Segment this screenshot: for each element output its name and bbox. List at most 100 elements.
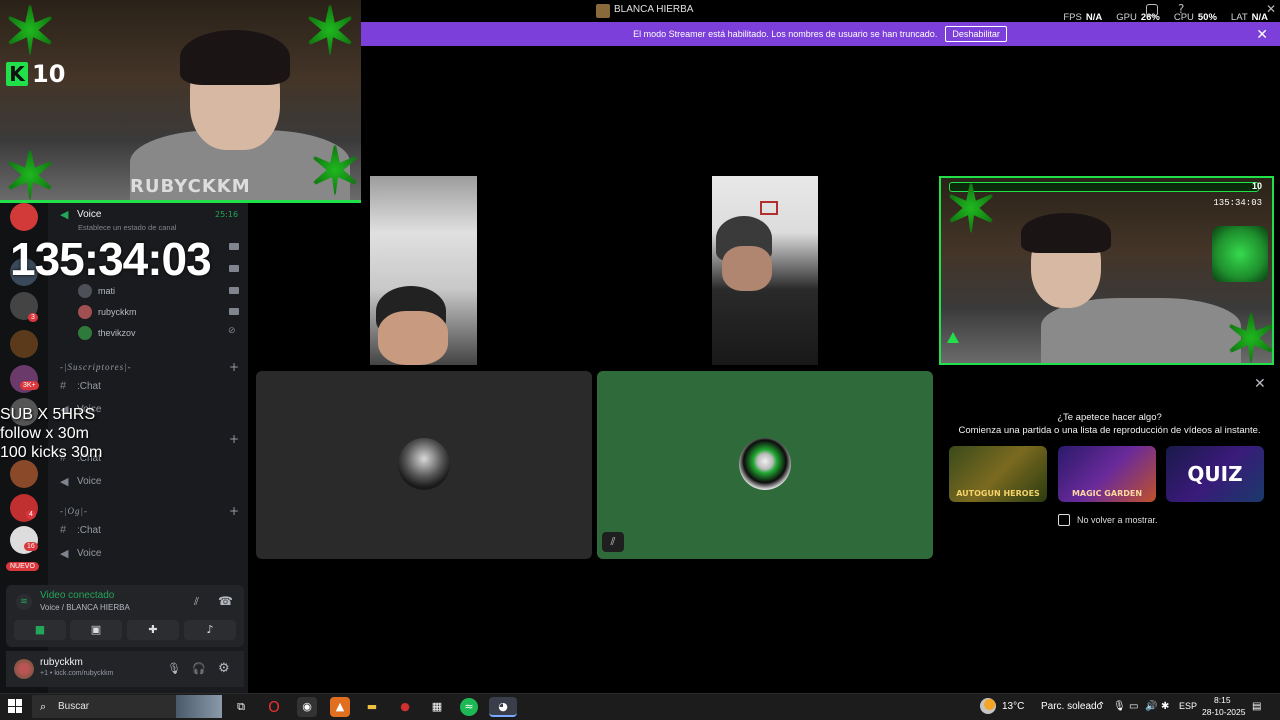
avatar bbox=[78, 326, 92, 340]
avatar bbox=[398, 438, 450, 490]
window-close-icon[interactable]: ✕ bbox=[1266, 2, 1276, 16]
overlay-menu-icon[interactable] bbox=[1146, 4, 1158, 16]
noise-suppression-icon[interactable]: ⫽ bbox=[194, 595, 199, 609]
category-header[interactable]: -|Suscriptores|- bbox=[60, 362, 132, 372]
triangle-icon bbox=[947, 332, 959, 343]
notification-badge: 3 bbox=[28, 313, 38, 322]
add-channel-icon[interactable]: + bbox=[229, 360, 239, 374]
close-icon[interactable]: ✕ bbox=[1256, 26, 1268, 43]
speaker-icon: ◀ bbox=[60, 476, 69, 488]
text-channel[interactable]: # :Chat bbox=[60, 524, 101, 536]
close-icon[interactable]: ✕ bbox=[1254, 376, 1266, 392]
webcam-person-hair bbox=[180, 30, 290, 85]
signal-icon[interactable]: ≋ bbox=[16, 594, 32, 610]
streamer-webcam: K 10 RUBYCKKM bbox=[0, 0, 361, 203]
channel-name: :Chat bbox=[77, 380, 101, 392]
dont-show-checkbox[interactable] bbox=[1058, 514, 1070, 526]
disable-streamer-button[interactable]: Deshabilitar bbox=[945, 26, 1007, 42]
mute-icon: ⫽ bbox=[602, 532, 624, 552]
task-view-icon[interactable]: ⧉ bbox=[231, 697, 251, 717]
leaf-decoration bbox=[0, 0, 60, 60]
speaker-icon: ◀ bbox=[60, 209, 69, 221]
store-icon[interactable]: ▦ bbox=[427, 697, 447, 717]
volume-icon[interactable]: 🔊 bbox=[1145, 701, 1157, 712]
channel-name: :Chat bbox=[77, 524, 101, 536]
activity-card-magic-garden[interactable]: MAGIC GARDEN bbox=[1058, 446, 1156, 502]
connection-status[interactable]: Video conectado bbox=[40, 590, 114, 601]
activity-card-quiz[interactable]: QUIZ bbox=[1166, 446, 1264, 502]
leaf-decoration bbox=[300, 0, 360, 60]
network-icon[interactable]: ▭ bbox=[1129, 701, 1138, 712]
discord-icon[interactable]: ◕ bbox=[489, 697, 517, 717]
kick-counter: K 10 bbox=[6, 60, 65, 88]
obs-icon[interactable]: ◉ bbox=[297, 697, 317, 717]
voice-channel[interactable]: ◀ Voice bbox=[60, 547, 101, 560]
server-icon-cornepista[interactable] bbox=[10, 330, 38, 358]
chevron-up-icon[interactable]: ⌃ bbox=[1097, 701, 1105, 712]
weather-icon[interactable] bbox=[980, 698, 996, 714]
speaker-icon: ◀ bbox=[60, 548, 69, 560]
activity-card-autogun[interactable]: AUTOGUN HEROES bbox=[949, 446, 1047, 502]
kick-count: 10 bbox=[1251, 181, 1262, 191]
app-icon[interactable]: ● bbox=[395, 697, 415, 717]
settings-gear-icon[interactable]: ⚙ bbox=[218, 661, 230, 676]
channel-name: Voice bbox=[77, 548, 102, 559]
camera-button[interactable]: ■ bbox=[14, 620, 66, 640]
muted-icon: ⊘ bbox=[228, 326, 236, 336]
activities-button[interactable]: ✚ bbox=[127, 620, 179, 640]
voice-channel-active[interactable]: ◀ Voice bbox=[60, 208, 101, 221]
clock-date[interactable]: 28-10-2025 bbox=[1202, 707, 1245, 717]
app-icon[interactable]: ▲ bbox=[330, 697, 350, 717]
disconnect-icon[interactable]: ☎ bbox=[218, 594, 233, 608]
voice-member[interactable]: thevikzov bbox=[78, 326, 136, 340]
server-icon[interactable] bbox=[10, 460, 38, 488]
user-status[interactable]: +1 • kick.com/rubyckkm bbox=[40, 670, 113, 677]
microphone-icon[interactable]: 🎙 bbox=[167, 662, 181, 675]
kick-logo-icon: K bbox=[6, 62, 28, 86]
screen-share-button[interactable]: ▣ bbox=[70, 620, 122, 640]
new-badge: NUEVO bbox=[6, 562, 39, 571]
member-name: mati bbox=[98, 286, 116, 296]
microphone-icon[interactable]: 🎙 bbox=[1113, 701, 1126, 712]
opera-icon[interactable]: O bbox=[264, 697, 284, 717]
server-icon[interactable] bbox=[10, 203, 38, 231]
app-icon bbox=[596, 4, 610, 18]
subathon-timer: 135:34:03 bbox=[10, 233, 212, 285]
clock-time[interactable]: 8:15 bbox=[1214, 695, 1231, 705]
username[interactable]: rubyckkm bbox=[40, 657, 83, 668]
dont-show-label[interactable]: No volver a mostrar. bbox=[1077, 515, 1158, 525]
avatar bbox=[78, 284, 92, 298]
weather-temperature[interactable]: 13°C bbox=[1002, 701, 1024, 712]
hash-icon: # bbox=[60, 524, 67, 536]
headphones-icon[interactable]: 🎧 bbox=[192, 662, 206, 675]
category-header[interactable]: -|Og|- bbox=[60, 506, 88, 516]
file-explorer-icon[interactable]: ▬ bbox=[362, 697, 382, 717]
notifications-icon[interactable]: ▤ bbox=[1252, 701, 1261, 712]
kick-count: 10 bbox=[32, 60, 66, 88]
add-channel-icon[interactable]: + bbox=[229, 432, 239, 446]
member-name: thevikzov bbox=[98, 328, 136, 338]
voice-channel[interactable]: ◀ Voice bbox=[60, 475, 101, 488]
participant-video[interactable] bbox=[712, 176, 818, 365]
add-channel-icon[interactable]: + bbox=[229, 504, 239, 518]
bluetooth-icon[interactable]: ✱ bbox=[1161, 701, 1169, 712]
search-placeholder: Buscar bbox=[58, 701, 90, 712]
connection-channel[interactable]: Voice / BLANCA HIERBA bbox=[40, 603, 130, 612]
language-indicator[interactable]: ESP bbox=[1179, 701, 1197, 711]
voice-member[interactable]: rubyckkm bbox=[78, 305, 137, 319]
channel-status-prompt[interactable]: Establece un estado de canal bbox=[78, 223, 176, 232]
voice-member[interactable]: mati bbox=[78, 284, 115, 298]
help-icon[interactable]: ? bbox=[1178, 2, 1184, 16]
avatar[interactable] bbox=[14, 659, 34, 679]
weather-description[interactable]: Parc. soleado bbox=[1041, 701, 1102, 712]
hash-icon: # bbox=[60, 380, 67, 392]
search-highlight-image bbox=[176, 695, 222, 718]
activity-question: ¿Te apetece hacer algo? bbox=[1057, 412, 1162, 423]
text-channel[interactable]: # :Chat bbox=[60, 380, 101, 392]
participant-video[interactable] bbox=[370, 176, 477, 365]
windows-start-icon[interactable] bbox=[8, 699, 22, 713]
video-person-hair bbox=[1021, 213, 1111, 253]
streamer-video[interactable]: 10 135:34:03 bbox=[939, 176, 1274, 365]
soundboard-button[interactable]: ♪ bbox=[184, 620, 236, 640]
spotify-icon[interactable]: ≈ bbox=[460, 698, 478, 716]
